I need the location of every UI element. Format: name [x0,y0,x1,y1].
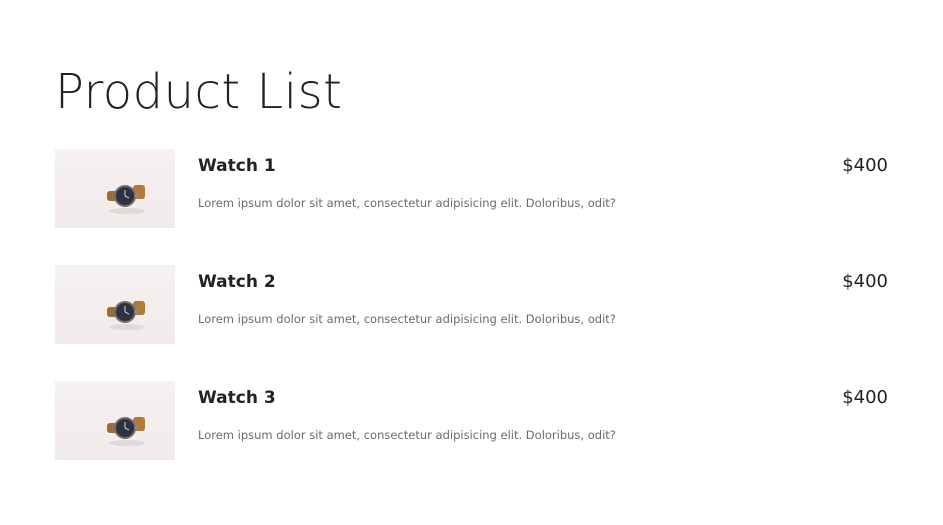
product-price: $400 [842,387,888,408]
product-description: Lorem ipsum dolor sit amet, consectetur … [198,428,616,442]
product-item[interactable]: Watch 1 Lorem ipsum dolor sit amet, cons… [55,149,888,229]
wristwatch-icon [107,301,145,330]
product-image[interactable] [55,149,175,228]
product-description: Lorem ipsum dolor sit amet, consectetur … [198,312,616,326]
product-name[interactable]: Watch 2 [198,271,276,293]
product-description: Lorem ipsum dolor sit amet, consectetur … [198,196,616,210]
wristwatch-icon [107,185,145,214]
product-name[interactable]: Watch 3 [198,387,276,409]
product-price: $400 [842,155,888,176]
product-price: $400 [842,271,888,292]
product-image[interactable] [55,265,175,344]
product-item[interactable]: Watch 3 Lorem ipsum dolor sit amet, cons… [55,381,888,461]
product-list: Watch 1 Lorem ipsum dolor sit amet, cons… [55,149,888,497]
product-image[interactable] [55,381,175,460]
wristwatch-icon [107,417,145,446]
product-item[interactable]: Watch 2 Lorem ipsum dolor sit amet, cons… [55,265,888,345]
page-title: Product List [55,64,343,120]
product-name[interactable]: Watch 1 [198,155,276,177]
